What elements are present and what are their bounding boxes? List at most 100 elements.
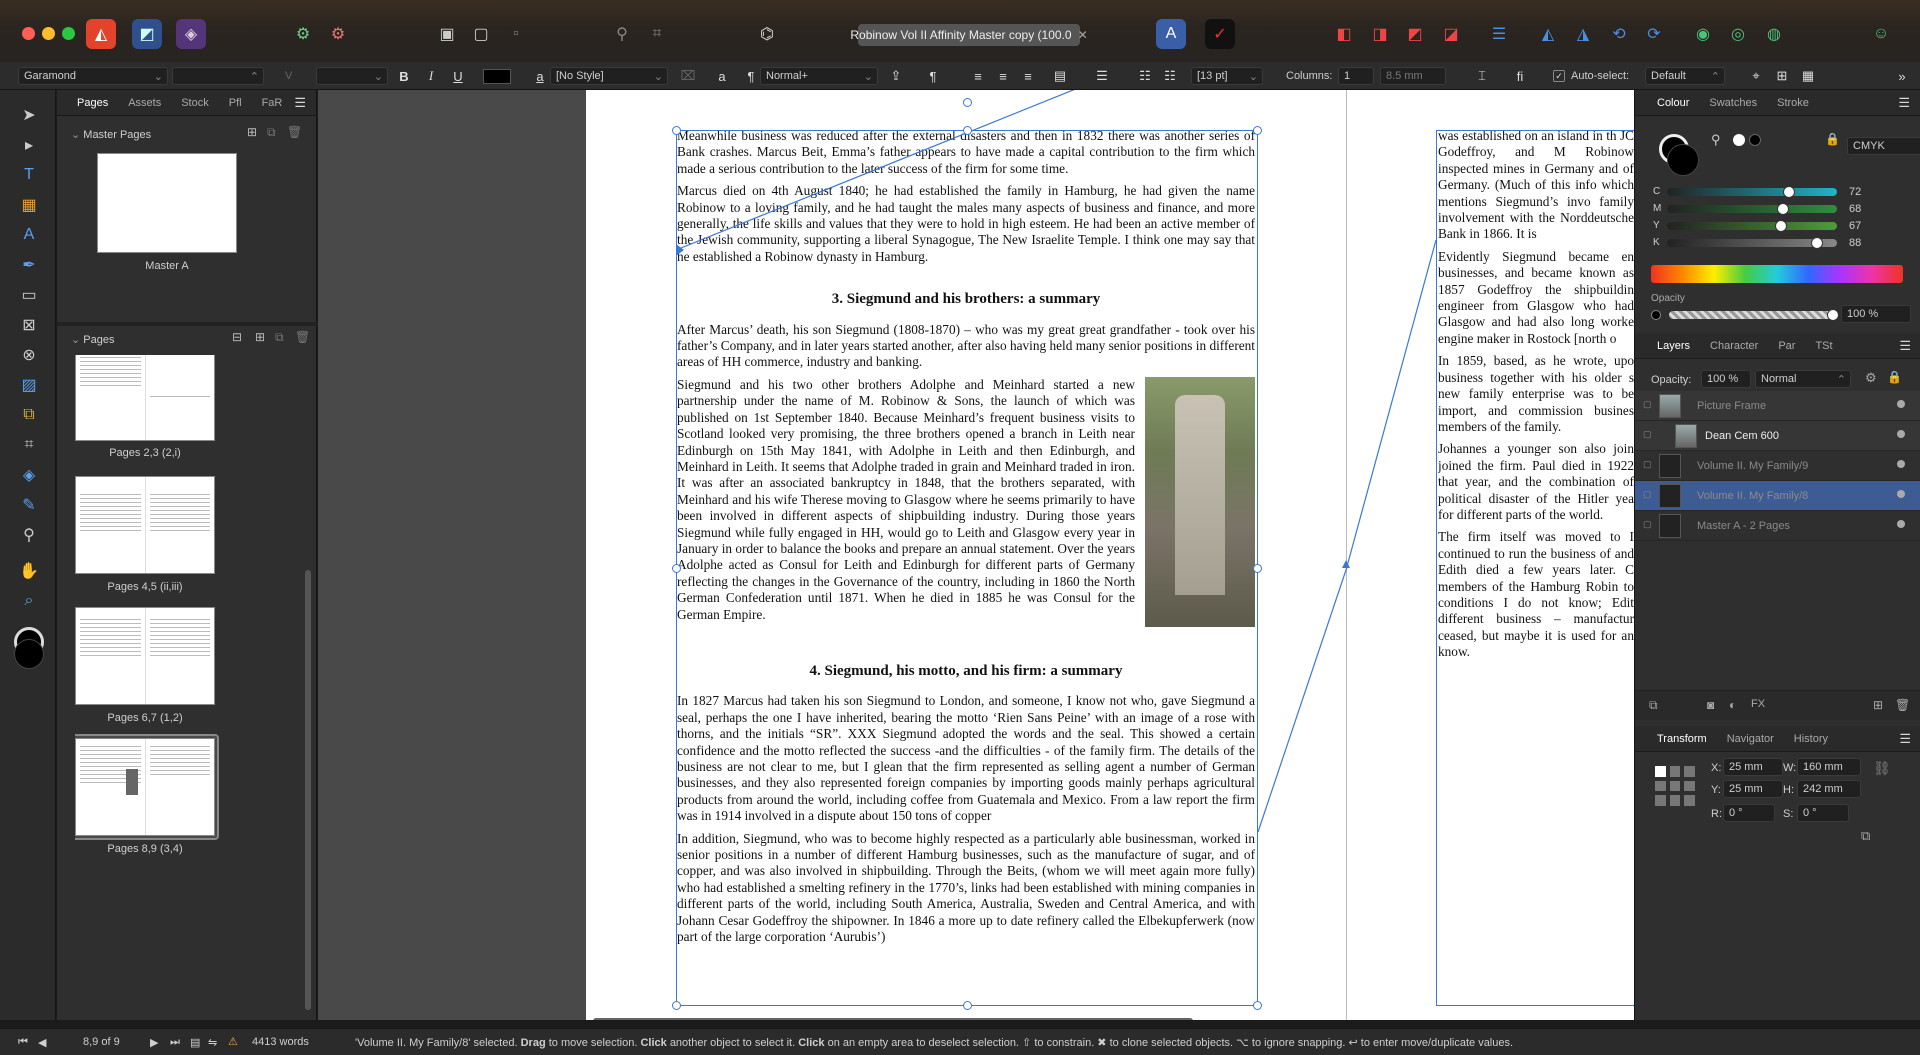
text-frame-inset-icon[interactable]: ⌶: [1472, 66, 1492, 86]
channel-knob[interactable]: [1783, 186, 1796, 198]
pilcrow-button[interactable]: ¶: [923, 66, 943, 86]
boolean-subtract-icon[interactable]: ◎: [1723, 19, 1753, 49]
delete-layer-icon[interactable]: 🗑: [1895, 698, 1910, 712]
preflight-warning-icon[interactable]: ⚠: [228, 1035, 238, 1048]
arrange-front-icon[interactable]: ◧: [1329, 19, 1359, 49]
layer-effects-icon[interactable]: ⧉: [1649, 698, 1658, 713]
w-field[interactable]: 160 mm: [1797, 758, 1861, 776]
close-document-icon[interactable]: ✕: [1078, 28, 1088, 42]
layer-row[interactable]: ▢ Volume II. My Family/8: [1635, 481, 1920, 511]
spread-view-icon[interactable]: ▤: [190, 1036, 200, 1049]
text-frame-tool-icon[interactable]: T: [16, 162, 42, 188]
colour-model-select[interactable]: CMYK⌃: [1847, 137, 1920, 155]
channel-value[interactable]: 88: [1849, 237, 1861, 249]
previous-page-icon[interactable]: ◀: [38, 1036, 46, 1049]
channel-slider[interactable]: [1667, 188, 1837, 196]
resize-handle[interactable]: [1253, 564, 1262, 573]
tab-far[interactable]: FaR: [252, 90, 293, 116]
grid-icon[interactable]: ▦: [1798, 66, 1818, 86]
tab-history[interactable]: History: [1784, 726, 1838, 752]
delete-page-icon[interactable]: 🗑: [295, 330, 310, 344]
resize-handle[interactable]: [963, 1001, 972, 1010]
eyedropper-tool-icon[interactable]: ⚲: [16, 522, 42, 548]
arrange-backward-icon[interactable]: ◩: [1400, 19, 1430, 49]
view-mode-icon[interactable]: ▣: [432, 19, 462, 49]
channel-slider[interactable]: [1667, 222, 1837, 230]
auto-select-checkbox[interactable]: ✓: [1553, 70, 1565, 82]
zoom-tool-icon[interactable]: ⌕: [16, 588, 42, 614]
fx-icon[interactable]: FX: [1751, 698, 1765, 710]
layer-visibility-dot[interactable]: [1897, 460, 1905, 468]
account-icon[interactable]: ☺: [1866, 19, 1896, 49]
delete-master-icon[interactable]: 🗑: [287, 125, 302, 139]
resize-handle[interactable]: [672, 1001, 681, 1010]
layer-visibility-dot[interactable]: [1897, 490, 1905, 498]
channel-knob[interactable]: [1810, 237, 1823, 249]
channel-knob[interactable]: [1776, 203, 1789, 215]
pages-scrollbar[interactable]: [305, 570, 311, 1010]
channel-slider[interactable]: [1667, 205, 1837, 213]
layer-visibility-dot[interactable]: [1897, 400, 1905, 408]
spread-thumbnail-selected[interactable]: [75, 738, 215, 836]
preferences-gear-icon[interactable]: ⚙: [288, 19, 318, 49]
rotate-right-icon[interactable]: ⟳: [1639, 19, 1669, 49]
layers-panel-menu-icon[interactable]: ☰: [1899, 338, 1911, 354]
crop-tool-icon[interactable]: ⌗: [16, 432, 42, 458]
font-size-field[interactable]: ⌄: [316, 67, 388, 85]
align-icon[interactable]: ☰: [1484, 19, 1514, 49]
first-page-icon[interactable]: ⏮: [18, 1036, 28, 1049]
pages-heading[interactable]: ⌄ Pages: [71, 333, 114, 346]
resize-handle[interactable]: [963, 126, 972, 135]
layer-visibility-dot[interactable]: [1897, 430, 1905, 438]
tab-pfl[interactable]: Pfl: [219, 90, 252, 116]
resize-handle[interactable]: [1253, 1001, 1262, 1010]
arrange-forward-icon[interactable]: ◨: [1365, 19, 1395, 49]
font-family-field[interactable]: Garamond ⌄: [18, 67, 168, 85]
page-options-icon[interactable]: ⊟: [232, 330, 242, 344]
spread-thumbnail[interactable]: [75, 476, 215, 574]
align-center-button[interactable]: ≡: [993, 66, 1013, 86]
shear-field[interactable]: 0 °: [1797, 804, 1849, 822]
numbering-button[interactable]: ☷: [1160, 66, 1180, 86]
rotate-handle[interactable]: [963, 98, 972, 107]
x-field[interactable]: 25 mm: [1723, 758, 1783, 776]
panel-menu-icon[interactable]: ☰: [294, 95, 306, 111]
flip-horizontal-icon[interactable]: ◭: [1533, 19, 1563, 49]
align-left-button[interactable]: ≡: [968, 66, 988, 86]
tab-assets[interactable]: Assets: [118, 90, 171, 116]
pen-tool-icon[interactable]: ✒: [16, 252, 42, 278]
tab-character[interactable]: Character: [1700, 333, 1768, 359]
link-icon[interactable]: ⇋: [208, 1036, 217, 1049]
rectangle-tool-icon[interactable]: ▭: [16, 282, 42, 308]
update-style-icon[interactable]: ⇪: [886, 66, 906, 86]
flip-vertical-icon[interactable]: ◮: [1568, 19, 1598, 49]
split-mode-icon[interactable]: ▫: [501, 19, 531, 49]
text-colour-swatch[interactable]: [483, 69, 511, 84]
boolean-intersect-icon[interactable]: ◍: [1759, 19, 1789, 49]
settings-gear-icon[interactable]: ⚙: [323, 19, 353, 49]
place-image-tool-icon[interactable]: ▨: [16, 372, 42, 398]
layer-opacity-field[interactable]: 100 %: [1701, 370, 1751, 388]
node-tool-icon[interactable]: ▸: [16, 132, 42, 158]
layer-row[interactable]: ▢ Dean Cem 600: [1635, 421, 1920, 451]
document-canvas[interactable]: Meanwhile business was reduced after the…: [318, 90, 1634, 1020]
spread-thumbnail[interactable]: [75, 607, 215, 705]
publisher-persona-icon[interactable]: ◈: [176, 19, 206, 49]
resize-handle[interactable]: [672, 564, 681, 573]
add-layer-icon[interactable]: ⊞: [1873, 698, 1883, 712]
table-tool-icon[interactable]: ▦: [16, 192, 42, 218]
document-title-tab[interactable]: Robinow Vol II Affinity Master copy (100…: [850, 24, 1088, 46]
gutter-field[interactable]: 8.5 mm: [1380, 67, 1446, 85]
blend-mode-select[interactable]: Normal ⌃: [1755, 370, 1851, 388]
vertical-align-button[interactable]: ☰: [1092, 66, 1112, 86]
vector-crop-tool-icon[interactable]: ⧉: [16, 402, 42, 428]
tab-transform[interactable]: Transform: [1647, 726, 1717, 752]
justify-button[interactable]: ▤: [1050, 66, 1070, 86]
boolean-add-icon[interactable]: ◉: [1688, 19, 1718, 49]
resize-handle[interactable]: [672, 126, 681, 135]
black-swatch[interactable]: [1749, 134, 1761, 146]
tab-stroke[interactable]: Stroke: [1767, 90, 1819, 116]
layer-settings-gear-icon[interactable]: ⚙: [1865, 370, 1877, 386]
minimize-window-button[interactable]: [42, 27, 55, 40]
layer-visibility-dot[interactable]: [1897, 520, 1905, 528]
